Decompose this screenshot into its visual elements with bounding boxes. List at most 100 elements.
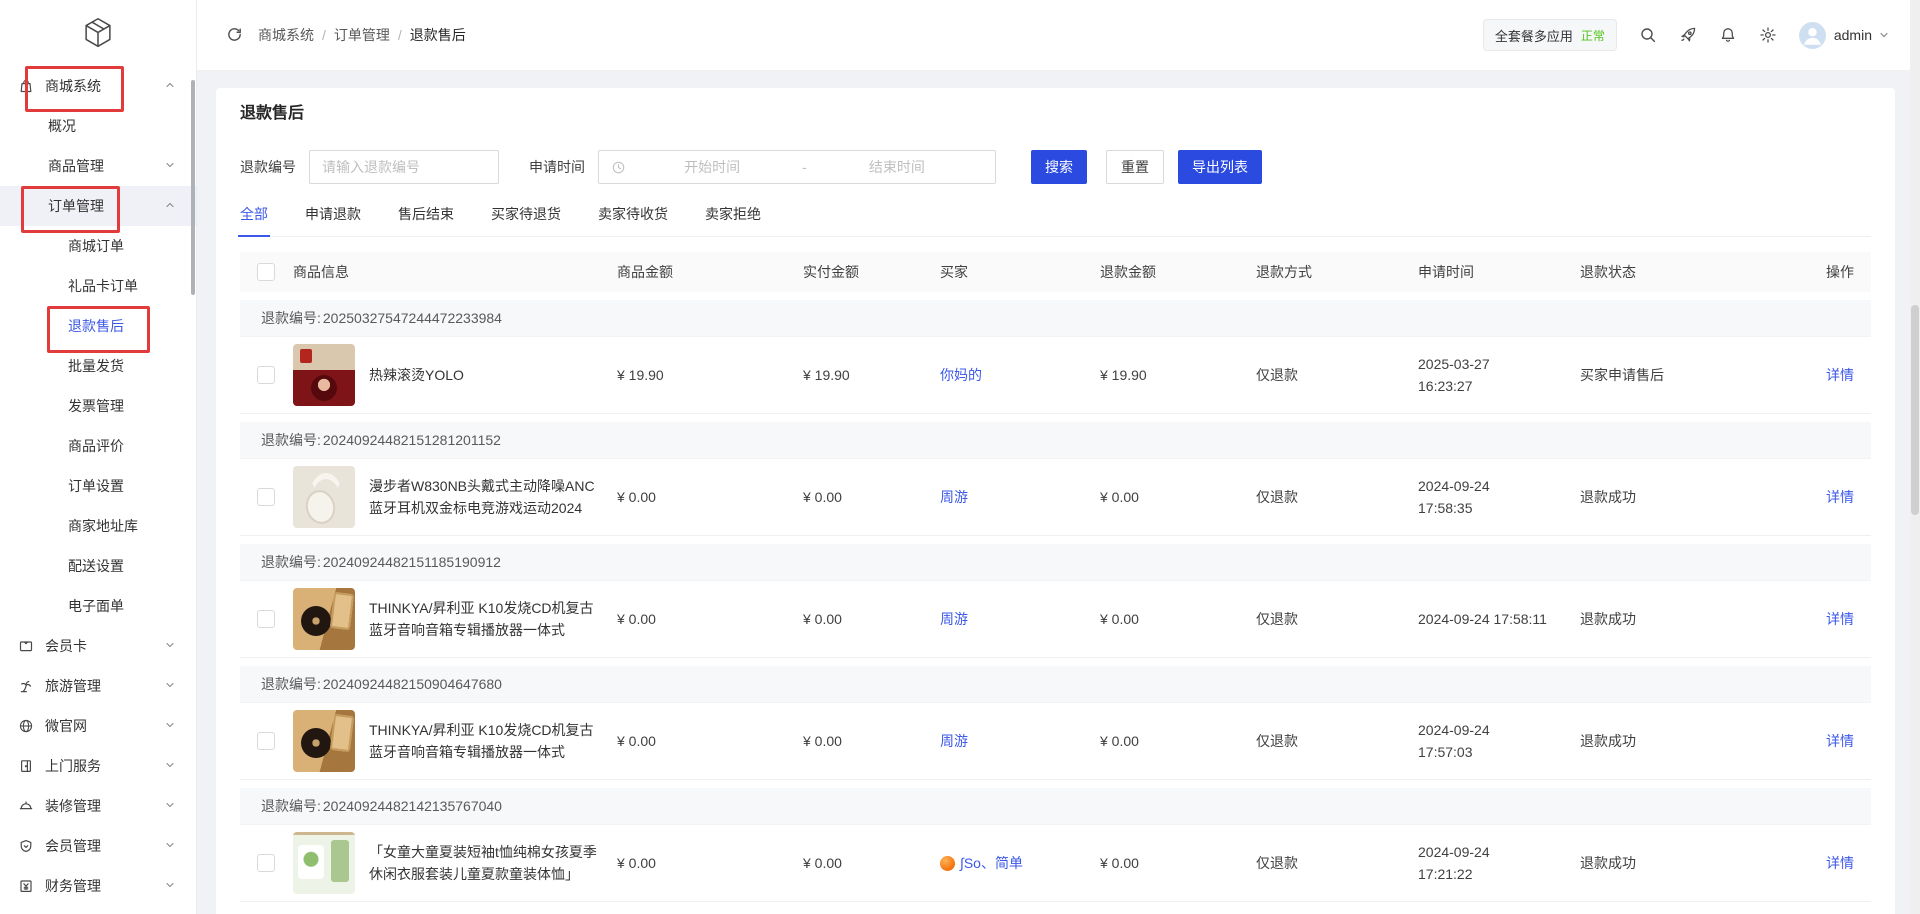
sidebar-item-batch-shipping[interactable]: 批量发货 bbox=[0, 346, 196, 386]
detail-link[interactable]: 详情 bbox=[1826, 489, 1854, 505]
refund-no-value: 20250327547244472233984 bbox=[323, 310, 502, 326]
buyer-link[interactable]: 你妈的 bbox=[940, 365, 982, 385]
palm-icon bbox=[18, 678, 34, 694]
detail-link[interactable]: 详情 bbox=[1826, 367, 1854, 383]
apply-time: 2024-09-24 17:58:11 bbox=[1418, 608, 1580, 630]
detail-link[interactable]: 详情 bbox=[1826, 611, 1854, 627]
sidebar-item-door-to-door-service[interactable]: 上门服务 bbox=[0, 746, 196, 786]
col-apply-time: 申请时间 bbox=[1418, 262, 1580, 282]
page-scrollbar[interactable] bbox=[1910, 0, 1920, 914]
tab-refund-request[interactable]: 申请退款 bbox=[305, 204, 361, 236]
sidebar-item-merchant-address-library[interactable]: 商家地址库 bbox=[0, 506, 196, 546]
sidebar-item-travel-management[interactable]: 旅游管理 bbox=[0, 666, 196, 706]
row-checkbox[interactable] bbox=[257, 732, 275, 750]
date-range-picker[interactable]: 开始时间 - 结束时间 bbox=[598, 150, 996, 184]
filter-bar: 退款编号 申请时间 开始时间 - 结束时间 搜索 重置 导出列表 bbox=[240, 150, 1871, 184]
helmet-icon bbox=[18, 798, 34, 814]
sidebar-item-electronic-waybill[interactable]: 电子面单 bbox=[0, 586, 196, 626]
search-icon[interactable] bbox=[1639, 26, 1657, 44]
refund-amount: ¥ 0.00 bbox=[1100, 855, 1256, 871]
refund-no-value: 20240924482151281201152 bbox=[323, 432, 501, 448]
refund-status: 退款成功 bbox=[1580, 609, 1780, 629]
paid-amount: ¥ 0.00 bbox=[803, 611, 940, 627]
sidebar-item-decoration-management[interactable]: 装修管理 bbox=[0, 786, 196, 826]
chevron-down-icon bbox=[164, 799, 176, 811]
breadcrumb-item[interactable]: 商城系统 bbox=[258, 25, 314, 45]
buyer-link[interactable]: ∫So、简单 bbox=[960, 853, 1023, 873]
tab-seller-rejected[interactable]: 卖家拒绝 bbox=[705, 204, 761, 236]
apply-time: 2025-03-2716:23:27 bbox=[1418, 353, 1580, 397]
breadcrumb-item[interactable]: 订单管理 bbox=[334, 25, 390, 45]
chevron-up-icon bbox=[164, 199, 176, 211]
product-name: 漫步者W830NB头戴式主动降噪ANC蓝牙耳机双金标电竞游戏运动2024 bbox=[369, 475, 595, 519]
buyer-link[interactable]: 周游 bbox=[940, 731, 968, 751]
refund-method: 仅退款 bbox=[1256, 731, 1418, 751]
detail-link[interactable]: 详情 bbox=[1826, 855, 1854, 871]
sidebar-item-label: 订单设置 bbox=[68, 476, 124, 496]
select-all-checkbox[interactable] bbox=[257, 263, 275, 281]
sidebar-item-mall-orders[interactable]: 商城订单 bbox=[0, 226, 196, 266]
sidebar-item-invoice-management[interactable]: 发票管理 bbox=[0, 386, 196, 426]
username: admin bbox=[1834, 27, 1872, 43]
sidebar-item-overview[interactable]: 概况 bbox=[0, 106, 196, 146]
tab-all[interactable]: 全部 bbox=[240, 204, 268, 236]
sidebar-item-mall-system[interactable]: 商城系统 bbox=[0, 66, 196, 106]
refresh-icon[interactable] bbox=[226, 26, 244, 44]
sidebar-item-micro-official-site[interactable]: 微官网 bbox=[0, 706, 196, 746]
row-checkbox[interactable] bbox=[257, 488, 275, 506]
sidebar-menu: 商城系统概况商品管理订单管理商城订单礼品卡订单退款售后批量发货发票管理商品评价订… bbox=[0, 66, 196, 906]
sidebar-scrollbar-thumb[interactable] bbox=[191, 80, 195, 295]
sidebar-item-refund-aftersale[interactable]: 退款售后 bbox=[0, 306, 196, 346]
sidebar-item-product-reviews[interactable]: 商品评价 bbox=[0, 426, 196, 466]
sidebar-item-delivery-settings[interactable]: 配送设置 bbox=[0, 546, 196, 586]
refund-method: 仅退款 bbox=[1256, 853, 1418, 873]
sidebar-item-finance-management[interactable]: 财务管理 bbox=[0, 866, 196, 906]
app-logo[interactable] bbox=[0, 0, 196, 66]
cash-icon bbox=[18, 878, 34, 894]
refund-no-input[interactable] bbox=[309, 150, 499, 184]
page-scrollbar-thumb[interactable] bbox=[1911, 305, 1919, 515]
sidebar-item-membership-card[interactable]: 会员卡 bbox=[0, 626, 196, 666]
sidebar-item-label: 礼品卡订单 bbox=[68, 276, 138, 296]
sidebar-item-label: 财务管理 bbox=[45, 876, 101, 896]
row-checkbox[interactable] bbox=[257, 366, 275, 384]
tab-aftersale-end[interactable]: 售后结束 bbox=[398, 204, 454, 236]
table-header: 商品信息 商品金额 实付金额 买家 退款金额 退款方式 申请时间 退款状态 操作 bbox=[240, 252, 1871, 292]
bag-icon bbox=[18, 78, 34, 94]
refund-amount: ¥ 19.90 bbox=[1100, 367, 1256, 383]
sidebar-item-label: 商品评价 bbox=[68, 436, 124, 456]
table-body: 退款编号: 20250327547244472233984热辣滚烫YOLO¥ 1… bbox=[240, 300, 1871, 902]
page-title: 退款售后 bbox=[240, 88, 1871, 125]
gear-icon[interactable] bbox=[1759, 26, 1777, 44]
sidebar-item-gift-card-orders[interactable]: 礼品卡订单 bbox=[0, 266, 196, 306]
paid-amount: ¥ 0.00 bbox=[803, 489, 940, 505]
bell-icon[interactable] bbox=[1719, 26, 1737, 44]
reset-button[interactable]: 重置 bbox=[1106, 150, 1164, 184]
sidebar-item-order-management[interactable]: 订单管理 bbox=[0, 186, 196, 226]
export-list-button[interactable]: 导出列表 bbox=[1178, 150, 1262, 184]
refund-amount: ¥ 0.00 bbox=[1100, 733, 1256, 749]
plan-status-badge[interactable]: 全套餐多应用 正常 bbox=[1483, 19, 1617, 51]
rocket-icon[interactable] bbox=[1679, 26, 1697, 44]
tab-seller-receive-pending[interactable]: 卖家待收货 bbox=[598, 204, 668, 236]
sidebar-item-label: 配送设置 bbox=[68, 556, 124, 576]
refund-group-header: 退款编号: 20250327547244472233984 bbox=[240, 300, 1871, 337]
search-button[interactable]: 搜索 bbox=[1031, 150, 1087, 184]
refund-group-header: 退款编号: 20240924482151185190912 bbox=[240, 544, 1871, 581]
paid-amount: ¥ 0.00 bbox=[803, 733, 940, 749]
buyer-link[interactable]: 周游 bbox=[940, 487, 968, 507]
tab-buyer-return-pending[interactable]: 买家待退货 bbox=[491, 204, 561, 236]
sidebar-item-product-management[interactable]: 商品管理 bbox=[0, 146, 196, 186]
sidebar-item-member-management[interactable]: 会员管理 bbox=[0, 826, 196, 866]
product-amount: ¥ 19.90 bbox=[617, 367, 803, 383]
user-menu[interactable]: admin bbox=[1799, 22, 1890, 49]
shield-icon bbox=[18, 838, 34, 854]
buyer-link[interactable]: 周游 bbox=[940, 609, 968, 629]
sidebar-item-label: 旅游管理 bbox=[45, 676, 101, 696]
sidebar-item-order-settings[interactable]: 订单设置 bbox=[0, 466, 196, 506]
row-checkbox[interactable] bbox=[257, 854, 275, 872]
chevron-down-icon bbox=[164, 159, 176, 171]
detail-link[interactable]: 详情 bbox=[1826, 733, 1854, 749]
row-checkbox[interactable] bbox=[257, 610, 275, 628]
sidebar-item-label: 装修管理 bbox=[45, 796, 101, 816]
